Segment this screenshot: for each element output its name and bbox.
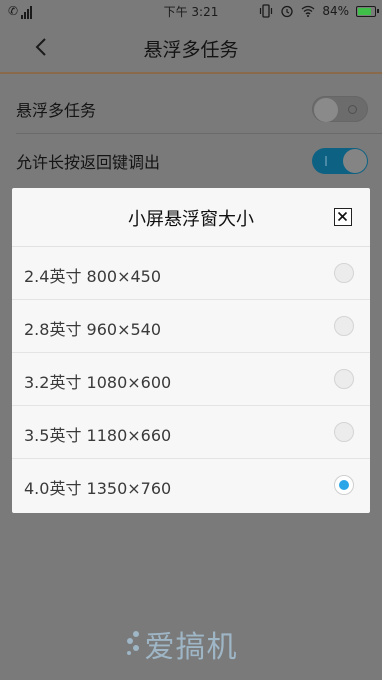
option-label: 4.0英寸 1350×760 [24,479,172,498]
page-title: 悬浮多任务 [143,39,239,61]
floating-window-size-dialog: 小屏悬浮窗大小 2.4英寸 800×450 2.8英寸 960×540 3.2英… [12,188,370,513]
toggle-on-indicator-icon [325,156,327,166]
close-icon[interactable] [334,208,352,226]
setting-row-long-press-back[interactable]: 允许长按返回键调出 [0,134,382,186]
option-label: 2.4英寸 800×450 [24,267,162,286]
setting-row-floating-multitask[interactable]: 悬浮多任务 [0,82,382,134]
size-option-4-0[interactable]: 4.0英寸 1350×760 [12,459,370,512]
option-label: 3.2英寸 1080×600 [24,373,172,392]
setting-label: 悬浮多任务 [16,101,97,120]
size-option-3-5[interactable]: 3.5英寸 1180×660 [12,406,370,459]
toggle-knob [343,149,367,173]
wifi-icon [301,5,315,17]
radio-button[interactable] [334,475,354,495]
title-bar: 悬浮多任务 [0,22,382,72]
watermark-text: 爱搞机 [144,630,238,665]
battery-percent: 84% [322,4,349,18]
title-divider [0,72,382,74]
setting-label: 允许长按返回键调出 [16,153,161,172]
status-icons: 84% [259,3,379,19]
vibrate-icon [260,4,273,18]
battery-level [358,7,371,15]
battery-icon [356,5,379,17]
option-label: 2.8英寸 960×540 [24,320,162,339]
toggle-off-indicator-icon [348,105,357,114]
dialog-header: 小屏悬浮窗大小 [12,188,370,246]
size-option-2-8[interactable]: 2.8英寸 960×540 [12,300,370,353]
alarm-icon [281,5,293,18]
dialog-title: 小屏悬浮窗大小 [128,209,254,230]
long-press-back-toggle[interactable] [312,148,368,174]
size-option-3-2[interactable]: 3.2英寸 1080×600 [12,353,370,406]
status-bar: ✆ 下午 3:21 84% [0,0,382,22]
radio-button[interactable] [334,316,354,336]
size-option-2-4[interactable]: 2.4英寸 800×450 [12,247,370,300]
radio-button[interactable] [334,422,354,442]
radio-button[interactable] [334,369,354,389]
radio-button[interactable] [334,263,354,283]
option-label: 3.5英寸 1180×660 [24,426,172,445]
floating-multitask-toggle[interactable] [312,96,368,122]
toggle-knob [314,98,338,122]
